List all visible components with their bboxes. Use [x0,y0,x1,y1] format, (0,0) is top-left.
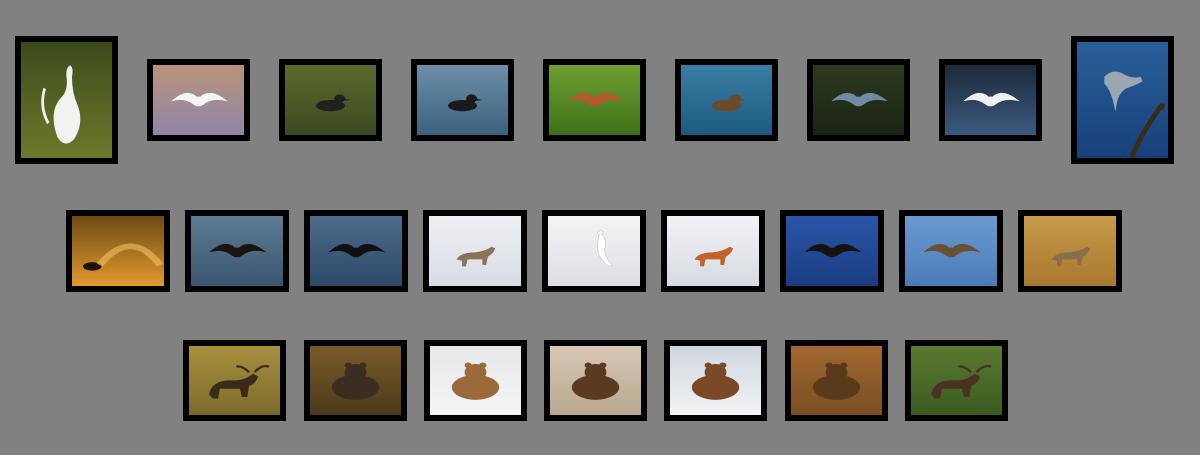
photo-duck-with-duckling [681,65,772,135]
gallery-thumbnail[interactable] [1018,210,1122,292]
gallery-thumbnail[interactable] [905,340,1008,421]
gallery-thumbnail[interactable] [661,210,765,292]
gallery-thumbnail[interactable] [304,340,407,421]
gallery-thumbnail[interactable] [15,36,118,164]
photo-bears-in-waterfall [670,346,761,415]
photo-ducks-on-water [285,65,376,135]
gallery-thumbnail[interactable] [411,59,514,141]
gallery-thumbnail[interactable] [543,59,646,141]
photo-coyote-in-snow [429,216,521,286]
photo-great-egret-in-grass [21,42,112,158]
gallery-thumbnail[interactable] [1071,36,1174,164]
photo-egret-in-flight [153,65,244,135]
gallery-thumbnail[interactable] [807,59,910,141]
gallery-thumbnail[interactable] [542,210,646,292]
gallery-thumbnail[interactable] [424,340,527,421]
gallery-thumbnail[interactable] [675,59,778,141]
gallery-thumbnail[interactable] [183,340,286,421]
gallery-thumbnail[interactable] [279,59,382,141]
photo-egret-landing-reflection [945,65,1036,135]
photo-heron-on-branch [1077,42,1168,158]
gallery-thumbnail[interactable] [66,210,170,292]
photo-fox-in-snow [667,216,759,286]
photo-bear-with-salmon [430,346,521,415]
photo-coyote-pouncing [1024,216,1116,286]
photo-bears-face-closeup [791,346,882,415]
gallery-thumbnail[interactable] [423,210,527,292]
photo-eagle-over-water [191,216,283,286]
gallery-thumbnail[interactable] [785,340,888,421]
gallery-thumbnail[interactable] [899,210,1003,292]
photo-ermine-in-snow [548,216,640,286]
gallery-thumbnail[interactable] [939,59,1042,141]
gallery-thumbnail[interactable] [147,59,250,141]
photo-heron-fishing [813,65,904,135]
photo-eagle-landing-on-branch [786,216,878,286]
gallery-thumbnail[interactable] [664,340,767,421]
photo-loon-on-lake [417,65,508,135]
photo-moose-in-water [911,346,1002,415]
photo-moose-sparring [189,346,280,415]
gallery-thumbnail[interactable] [544,340,647,421]
photo-bison-in-steam [72,216,164,286]
gallery-thumbnail[interactable] [780,210,884,292]
photo-eagle-grabbing-fish [310,216,402,286]
photo-bear-cubs-embracing [310,346,401,415]
photo-bear-family [550,346,641,415]
photo-bluebird-wings-spread [549,65,640,135]
photo-osprey-in-flight [905,216,997,286]
gallery-thumbnail[interactable] [304,210,408,292]
gallery-thumbnail[interactable] [185,210,289,292]
